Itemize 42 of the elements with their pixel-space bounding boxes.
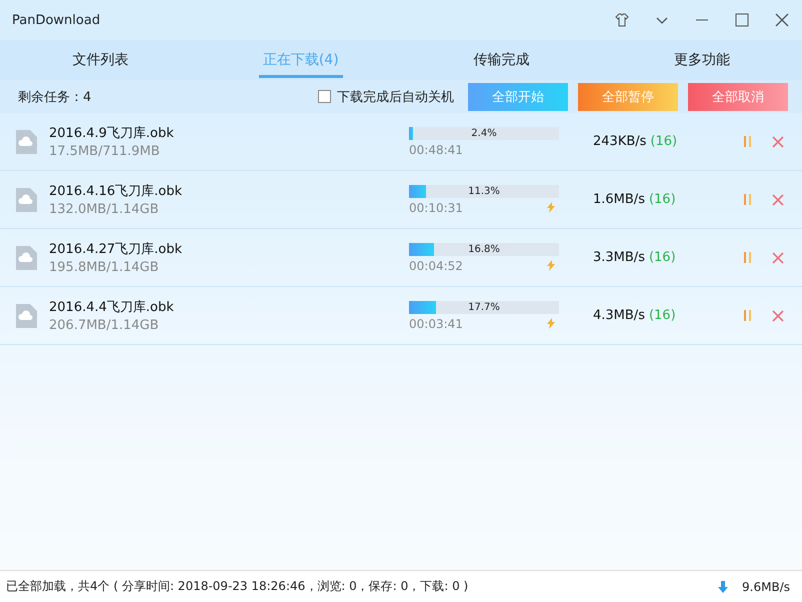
progress-percent: 11.3% [468, 184, 500, 198]
file-size: 195.8MB/1.14GB [49, 260, 160, 275]
tab[interactable]: 文件列表 [68, 42, 132, 78]
download-speed: 1.6MB/s [593, 192, 645, 207]
file-name: 2016.4.9飞刀库.obk [49, 125, 175, 142]
progress-percent: 16.8% [468, 242, 500, 256]
file-icon [16, 304, 37, 328]
file-icon [16, 246, 37, 270]
time-remaining: 00:03:41 [409, 316, 463, 330]
file-name: 2016.4.4飞刀库.obk [49, 299, 175, 316]
download-speed: 3.3MB/s [593, 250, 645, 265]
progress-percent: 2.4% [471, 126, 497, 140]
file-size: 17.5MB/711.9MB [49, 144, 161, 159]
time-remaining: 00:10:31 [409, 200, 463, 214]
download-row[interactable]: 2016.4.27飞刀库.obk 195.8MB/1.14GB 16.8% 00:04:52 3.3MB/s (16) [0, 229, 802, 287]
connection-count: (16) [648, 250, 676, 265]
tab[interactable]: 传输完成 [469, 42, 534, 78]
download-row[interactable]: 2016.4.4飞刀库.obk 206.7MB/1.14GB 17.7% 00:03:41 4.3MB/s (16) [0, 287, 802, 345]
download-row[interactable]: 2016.4.9飞刀库.obk 17.5MB/711.9MB 2.4% 00:48:41 243KB/s (16) [0, 113, 802, 171]
connection-count: (16) [648, 308, 676, 323]
file-icon [16, 188, 37, 212]
download-speed: 4.3MB/s [593, 308, 645, 323]
connection-count: (16) [650, 134, 678, 149]
connection-count: (16) [648, 192, 676, 207]
time-remaining: 00:04:52 [409, 258, 463, 272]
download-arrow-icon [718, 580, 728, 592]
file-name: 2016.4.16飞刀库.obk [49, 183, 184, 200]
checkbox[interactable] [318, 90, 331, 103]
file-size: 206.7MB/1.14GB [49, 318, 160, 333]
file-name: 2016.4.27飞刀库.obk [49, 241, 184, 258]
time-remaining: 00:48:41 [409, 142, 463, 156]
file-icon [16, 130, 37, 154]
window-title: PanDownload [12, 12, 102, 28]
total-speed: 9.6MB/s [742, 580, 790, 594]
file-size: 132.0MB/1.14GB [49, 202, 160, 217]
checkbox-label[interactable]: 下载完成后自动关机 [337, 88, 454, 106]
download-row[interactable]: 2016.4.16飞刀库.obk 132.0MB/1.14GB 11.3% 00:10:31 1.6MB/s (16) [0, 171, 802, 229]
progress-percent: 17.7% [468, 300, 500, 314]
status-text: 已全部加载，共4个 ( 分享时间: 2018-09-23 18:26:46，浏览: 0，保存: 0，下载: 0 ) [6, 578, 470, 595]
download-speed: 243KB/s [593, 134, 646, 149]
remaining-tasks: 剩余任务：4 [18, 88, 92, 106]
tab[interactable]: 更多功能 [670, 42, 734, 78]
